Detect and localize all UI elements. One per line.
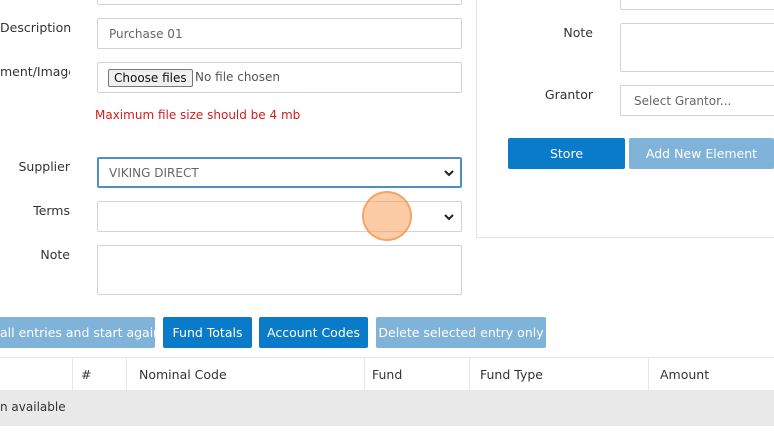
column-divider	[648, 357, 649, 390]
description-label: Description	[0, 20, 72, 35]
add-new-element-button[interactable]: Add New Element	[629, 138, 774, 169]
clear-all-entries-button[interactable]: all entries and start again	[0, 317, 155, 348]
column-header-fund-type[interactable]: Fund Type	[480, 367, 543, 382]
column-divider	[72, 357, 73, 390]
chevron-down-icon	[444, 169, 454, 176]
supplier-select[interactable]: VIKING DIRECT	[97, 157, 462, 188]
grantor-label: Grantor	[544, 87, 593, 102]
file-status-text: No file chosen	[195, 70, 281, 84]
delete-selected-entry-button[interactable]: Delete selected entry only	[376, 317, 546, 348]
previous-field-stub[interactable]	[97, 0, 462, 5]
column-divider	[126, 357, 127, 390]
column-header-nominal-code[interactable]: Nominal Code	[139, 367, 227, 382]
fund-totals-button[interactable]: Fund Totals	[163, 317, 252, 348]
click-indicator	[362, 191, 412, 241]
description-input[interactable]: Purchase 01	[97, 18, 462, 49]
empty-table-row: n available	[0, 390, 774, 426]
note-textarea[interactable]	[97, 245, 462, 295]
grantor-placeholder: Select Grantor...	[634, 94, 732, 108]
column-divider	[364, 357, 365, 390]
column-header-amount[interactable]: Amount	[660, 367, 709, 382]
store-button[interactable]: Store	[508, 138, 625, 169]
chevron-down-icon	[444, 213, 454, 220]
column-header-number[interactable]: #	[81, 367, 91, 382]
supplier-label: Supplier	[18, 159, 70, 174]
grantor-select[interactable]: Select Grantor...	[620, 85, 774, 116]
attachment-input[interactable]: Choose files No file chosen	[97, 62, 462, 93]
attachment-label: ment/Images	[0, 64, 70, 79]
note-label: Note	[40, 247, 70, 262]
supplier-value: VIKING DIRECT	[109, 166, 199, 180]
terms-label: Terms	[33, 203, 70, 218]
column-header-fund[interactable]: Fund	[372, 367, 402, 382]
right-note-textarea[interactable]	[620, 23, 774, 72]
choose-files-button[interactable]: Choose files	[108, 69, 193, 87]
right-note-label: Note	[563, 25, 593, 40]
column-divider	[469, 357, 470, 390]
file-size-error: Maximum file size should be 4 mb	[95, 108, 301, 122]
description-value: Purchase 01	[109, 27, 183, 41]
account-codes-button[interactable]: Account Codes	[259, 317, 368, 348]
empty-table-message: n available	[0, 400, 66, 414]
